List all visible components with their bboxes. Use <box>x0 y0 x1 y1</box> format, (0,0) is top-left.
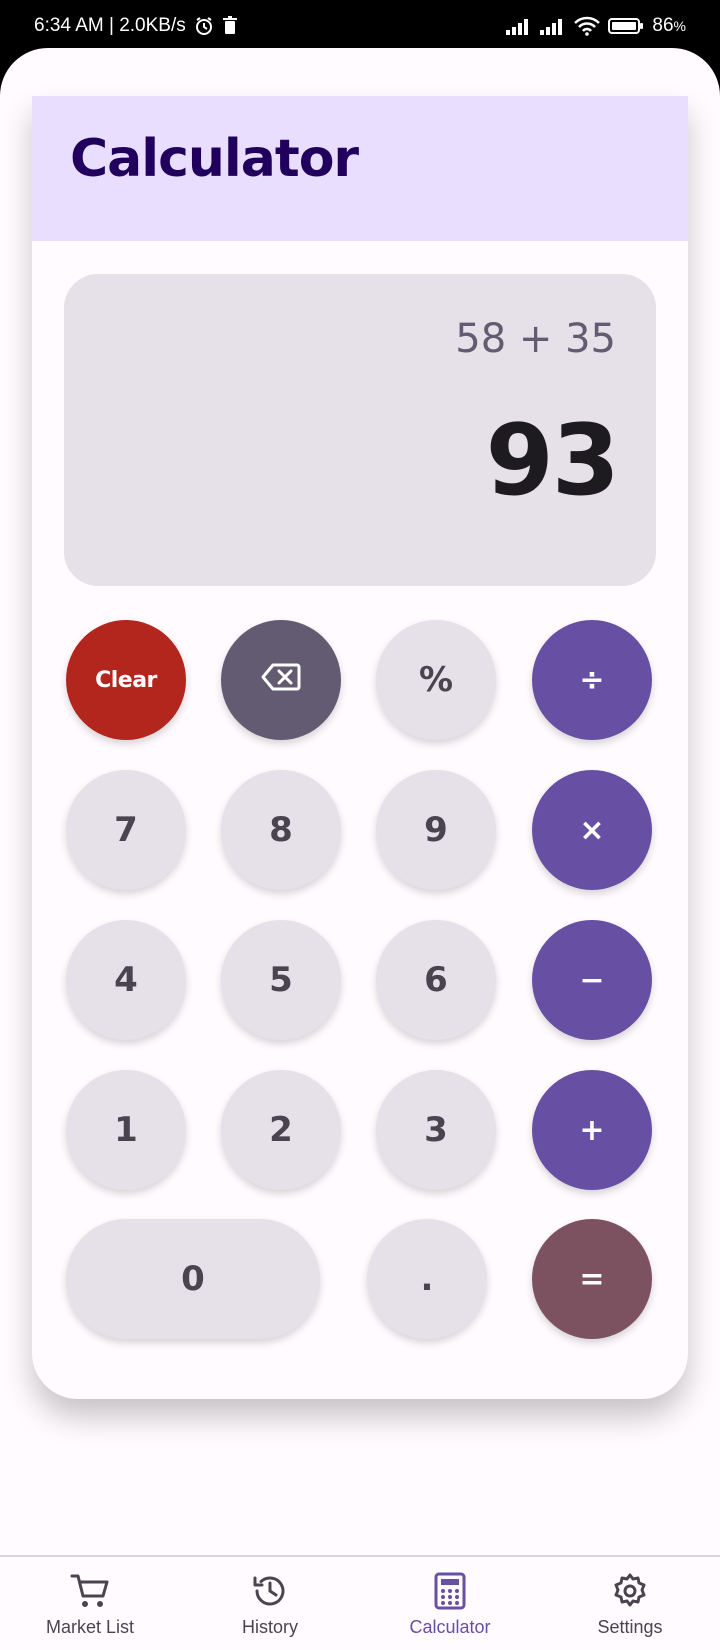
nav-item-market-list[interactable]: Market List <box>0 1557 180 1650</box>
digit-4-button[interactable]: 4 <box>66 920 186 1040</box>
page: Calculator 58 + 35 93 Clear % ÷ 7 8 9 × … <box>0 48 720 1556</box>
wifi-icon <box>574 16 601 36</box>
gear-icon <box>611 1571 649 1611</box>
digit-3-button[interactable]: 3 <box>376 1070 496 1190</box>
minus-button[interactable]: − <box>532 920 652 1040</box>
bottom-nav: Market List History Calculator Settings <box>0 1555 720 1650</box>
trash-icon <box>222 16 238 36</box>
backspace-button[interactable] <box>221 620 341 740</box>
signal-icon <box>540 17 566 35</box>
nav-item-calculator[interactable]: Calculator <box>360 1557 540 1650</box>
alarm-icon <box>194 16 214 36</box>
digit-5-button[interactable]: 5 <box>221 920 341 1040</box>
nav-label-market-list: Market List <box>45 1617 135 1637</box>
digit-7-button[interactable]: 7 <box>66 770 186 890</box>
nav-label-calculator: Calculator <box>409 1617 491 1637</box>
signal-icon <box>506 17 532 35</box>
battery-percent: 86% <box>652 15 686 36</box>
status-right: 86% <box>506 15 686 37</box>
percent-button[interactable]: % <box>376 620 496 740</box>
digit-2-button[interactable]: 2 <box>221 1070 341 1190</box>
history-icon <box>251 1571 289 1611</box>
status-bar: 6:34 AM | 2.0KB/s 86% <box>0 0 720 52</box>
status-left: 6:34 AM | 2.0KB/s <box>34 15 238 37</box>
nav-label-settings: Settings <box>597 1617 663 1637</box>
nav-item-settings[interactable]: Settings <box>540 1557 720 1650</box>
nav-item-history[interactable]: History <box>180 1557 360 1650</box>
cart-icon <box>70 1571 110 1611</box>
digit-8-button[interactable]: 8 <box>221 770 341 890</box>
digit-1-button[interactable]: 1 <box>66 1070 186 1190</box>
digit-9-button[interactable]: 9 <box>376 770 496 890</box>
multiply-button[interactable]: × <box>532 770 652 890</box>
decimal-button[interactable]: . <box>367 1219 487 1339</box>
digit-0-button[interactable]: 0 <box>66 1219 320 1339</box>
equals-button[interactable]: = <box>532 1219 652 1339</box>
divide-button[interactable]: ÷ <box>532 620 652 740</box>
status-time-speed: 6:34 AM | 2.0KB/s <box>34 15 186 36</box>
plus-button[interactable]: + <box>532 1070 652 1190</box>
nav-label-history: History <box>241 1617 298 1637</box>
backspace-icon <box>261 660 301 700</box>
clear-button[interactable]: Clear <box>66 620 186 740</box>
calculator-card: Calculator 58 + 35 93 Clear % ÷ 7 8 9 × … <box>32 96 688 1399</box>
calculator-icon <box>434 1571 466 1611</box>
keypad: Clear % ÷ 7 8 9 × 4 5 6 − 1 2 3 + 0 . = <box>32 96 688 1399</box>
battery-icon <box>608 17 644 35</box>
digit-6-button[interactable]: 6 <box>376 920 496 1040</box>
